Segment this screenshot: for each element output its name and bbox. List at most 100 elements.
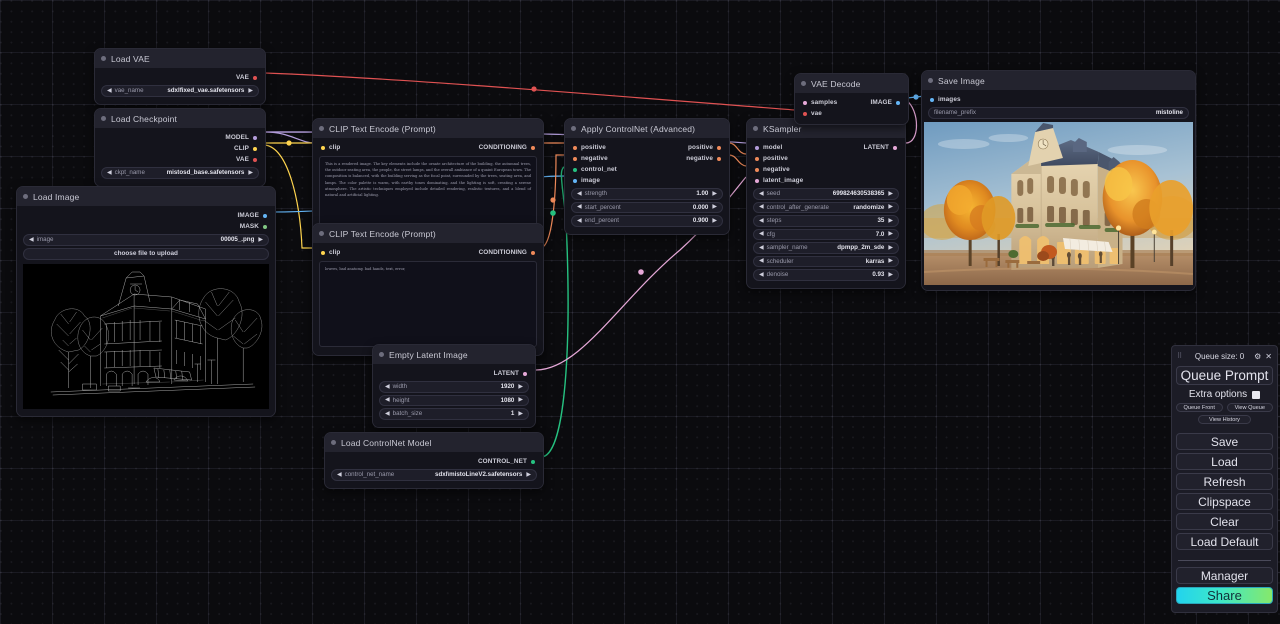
increment-icon[interactable]: ▶	[712, 218, 717, 224]
node-clip-text-encode-negative[interactable]: CLIP Text Encode (Prompt) clip CONDITION…	[312, 223, 544, 356]
slot-dot-vae[interactable]	[803, 111, 807, 116]
slot-dot[interactable]	[253, 146, 257, 151]
slot-dot[interactable]	[253, 75, 257, 80]
increment-icon[interactable]: ▶	[888, 272, 893, 278]
decrement-icon[interactable]: ◀	[385, 384, 390, 390]
collapse-icon[interactable]	[319, 231, 324, 236]
node-load-image[interactable]: Load Image IMAGE MASK ◀ image 00005_.png…	[16, 186, 276, 417]
slot-dot[interactable]	[523, 371, 527, 376]
decrement-icon[interactable]: ◀	[107, 170, 112, 176]
output-slot-image[interactable]: IMAGE	[17, 210, 275, 221]
increment-icon[interactable]: ▶	[518, 384, 523, 390]
refresh-button[interactable]: Refresh	[1176, 473, 1273, 490]
gear-icon[interactable]: ⚙	[1254, 352, 1261, 361]
increment-icon[interactable]: ▶	[888, 245, 893, 251]
widget-denoise[interactable]: ◀ denoise 0.93 ▶	[753, 269, 899, 281]
widget-seed[interactable]: ◀ seed 699824630538365 ▶	[753, 188, 899, 200]
view-history-button[interactable]: View History	[1197, 415, 1252, 424]
increment-icon[interactable]: ▶	[248, 170, 253, 176]
slot-dot[interactable]	[263, 224, 267, 229]
node-title-bar[interactable]: CLIP Text Encode (Prompt)	[313, 119, 543, 138]
widget-sampler-name[interactable]: ◀ sampler_name dpmpp_2m_sde ▶	[753, 242, 899, 254]
slot-dot-model[interactable]	[755, 145, 759, 150]
decrement-icon[interactable]: ◀	[759, 191, 764, 197]
node-title-bar[interactable]: Load Image	[17, 187, 275, 206]
node-title-bar[interactable]: Empty Latent Image	[373, 345, 535, 364]
load-button[interactable]: Load	[1176, 453, 1273, 470]
slot-dot[interactable]	[253, 135, 257, 140]
menu-header[interactable]: ⠿ Queue size: 0 ⚙ ✕	[1176, 350, 1273, 363]
increment-icon[interactable]: ▶	[518, 397, 523, 403]
widget-batch-size[interactable]: ◀ batch_size 1 ▶	[379, 408, 529, 420]
comfy-menu-panel[interactable]: ⠿ Queue size: 0 ⚙ ✕ Queue Prompt Extra o…	[1171, 345, 1278, 613]
output-slot-mask[interactable]: MASK	[17, 221, 275, 232]
node-title-bar[interactable]: Save Image	[922, 71, 1195, 90]
node-save-image[interactable]: Save Image images filename_prefix mistol…	[921, 70, 1196, 291]
slot-dot-positive-in[interactable]	[573, 145, 577, 150]
drag-handle-icon[interactable]: ⠿	[1177, 353, 1185, 360]
graph-canvas[interactable]: Load VAE VAE ◀ vae_name sdxlfixed_vae.sa…	[0, 0, 1280, 624]
widget-control-net-name[interactable]: ◀ control_net_name sdxl\mistoLineV2.safe…	[331, 469, 537, 481]
node-title-bar[interactable]: Load ControlNet Model	[325, 433, 543, 452]
save-image-preview[interactable]	[924, 121, 1193, 285]
collapse-icon[interactable]	[571, 126, 576, 131]
widget-steps[interactable]: ◀ steps 35 ▶	[753, 215, 899, 227]
decrement-icon[interactable]: ◀	[759, 272, 764, 278]
increment-icon[interactable]: ▶	[888, 258, 893, 264]
widget-image[interactable]: ◀ image 00005_.png ▶	[23, 234, 269, 246]
node-load-controlnet-model[interactable]: Load ControlNet Model CONTROL_NET ◀ cont…	[324, 432, 544, 489]
node-ksampler[interactable]: KSampler model LATENT positive negative …	[746, 118, 906, 289]
decrement-icon[interactable]: ◀	[385, 397, 390, 403]
widget-control-after-generate[interactable]: ◀ control_after_generate randomize ▶	[753, 201, 899, 213]
slot-dot-negative-out[interactable]	[717, 156, 721, 161]
collapse-icon[interactable]	[928, 78, 933, 83]
output-slot-vae[interactable]: VAE	[95, 72, 265, 83]
decrement-icon[interactable]: ◀	[759, 218, 764, 224]
collapse-icon[interactable]	[101, 56, 106, 61]
node-empty-latent-image[interactable]: Empty Latent Image LATENT ◀ width 1920 ▶…	[372, 344, 536, 428]
close-icon[interactable]: ✕	[1265, 352, 1272, 361]
increment-icon[interactable]: ▶	[888, 231, 893, 237]
increment-icon[interactable]: ▶	[888, 218, 893, 224]
slot-dot[interactable]	[263, 213, 267, 218]
output-slot-model[interactable]: MODEL	[95, 132, 265, 143]
load-default-button[interactable]: Load Default	[1176, 533, 1273, 550]
slot-dot-image-out[interactable]	[896, 100, 900, 105]
slot-dot[interactable]	[531, 459, 535, 464]
slot-dot-negative[interactable]	[755, 167, 759, 172]
collapse-icon[interactable]	[23, 194, 28, 199]
decrement-icon[interactable]: ◀	[29, 237, 34, 243]
node-load-vae[interactable]: Load VAE VAE ◀ vae_name sdxlfixed_vae.sa…	[94, 48, 266, 105]
collapse-icon[interactable]	[801, 81, 806, 86]
output-slot-control-net[interactable]: CONTROL_NET	[325, 456, 543, 467]
manager-button[interactable]: Manager	[1176, 567, 1273, 584]
widget-cfg[interactable]: ◀ cfg 7.0 ▶	[753, 228, 899, 240]
widget-start-percent[interactable]: ◀ start_percent 0.000 ▶	[571, 201, 723, 213]
decrement-icon[interactable]: ◀	[385, 411, 390, 417]
widget-ckpt-name[interactable]: ◀ ckpt_name mistosd_base.safetensors ▶	[101, 167, 259, 179]
slot-dot-conditioning[interactable]	[531, 145, 535, 150]
output-slot-vae[interactable]: VAE	[95, 154, 265, 165]
decrement-icon[interactable]: ◀	[337, 472, 342, 478]
decrement-icon[interactable]: ◀	[577, 204, 582, 210]
queue-prompt-button[interactable]: Queue Prompt	[1176, 366, 1273, 385]
queue-front-button[interactable]: Queue Front	[1176, 403, 1223, 412]
save-button[interactable]: Save	[1176, 433, 1273, 450]
decrement-icon[interactable]: ◀	[577, 218, 582, 224]
slot-dot-latent-out[interactable]	[893, 145, 897, 150]
slot-dot-latent-image[interactable]	[755, 178, 759, 183]
widget-vae-name[interactable]: ◀ vae_name sdxlfixed_vae.safetensors ▶	[101, 85, 259, 97]
slot-dot-conditioning[interactable]	[531, 250, 535, 255]
slot-dot-control-net[interactable]	[573, 167, 577, 172]
increment-icon[interactable]: ▶	[526, 472, 531, 478]
slot-dot-clip[interactable]	[321, 145, 325, 150]
increment-icon[interactable]: ▶	[248, 88, 253, 94]
share-button[interactable]: Share	[1176, 587, 1273, 604]
prompt-textarea[interactable]: lowres, bad anatomy, bad hands, text, er…	[319, 261, 537, 347]
node-title-bar[interactable]: Load Checkpoint	[95, 109, 265, 128]
node-title-bar[interactable]: VAE Decode	[795, 74, 908, 93]
output-slot-latent[interactable]: LATENT	[373, 368, 535, 379]
output-slot-clip[interactable]: CLIP	[95, 143, 265, 154]
slot-dot-image[interactable]	[573, 178, 577, 183]
collapse-icon[interactable]	[379, 352, 384, 357]
